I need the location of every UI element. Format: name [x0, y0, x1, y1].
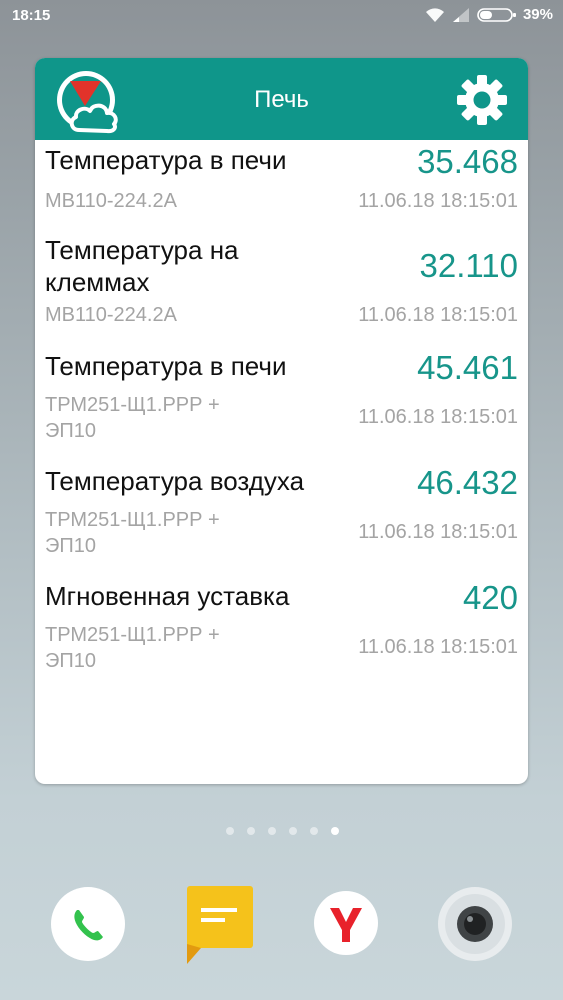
wifi-icon: [425, 7, 444, 22]
device-name-line: ЭП10: [45, 420, 96, 442]
status-bar: 18:15 39%: [0, 0, 563, 32]
sensor-name-line: клеммах: [45, 267, 150, 297]
timestamp: 11.06.18 18:15:01: [358, 636, 518, 658]
sensor-row-5[interactable]: Мгновенная уставка 420 ТРМ251-Щ1.РРР + Э…: [45, 576, 518, 682]
page-dot[interactable]: [268, 827, 276, 835]
sensor-row-2[interactable]: Температура на клеммах 32.110 МВ110-224.…: [45, 230, 518, 334]
sensor-value: 46.432: [417, 464, 518, 501]
sensor-value: 420: [462, 579, 518, 616]
sensor-value: 45.461: [417, 349, 518, 386]
sensor-value: 35.468: [417, 143, 518, 180]
sensor-name-line: Температура в печи: [45, 145, 287, 175]
settings-gear-icon[interactable]: [456, 74, 508, 126]
camera-icon[interactable]: [437, 886, 513, 962]
page-dot[interactable]: [247, 827, 255, 835]
timestamp: 11.06.18 18:15:01: [358, 406, 518, 428]
page-indicator: [226, 827, 339, 835]
widget-header: Печь: [35, 58, 528, 140]
device-name-line: ЭП10: [45, 650, 96, 672]
sensor-row-1[interactable]: Температура в печи 35.468 МВ110-224.2А 1…: [45, 140, 518, 218]
status-icons: 39%: [425, 6, 553, 23]
sensor-name: Мгновенная уставка: [45, 580, 289, 612]
widget-title: Печь: [254, 86, 309, 113]
page-dot-active[interactable]: [331, 827, 339, 835]
device-name: ТРМ251-Щ1.РРР + ЭП10: [45, 622, 220, 674]
signal-icon: [452, 7, 469, 22]
page-dot[interactable]: [289, 827, 297, 835]
widget-card[interactable]: Печь Температура в печи 35.468 МВ110-224…: [35, 58, 528, 784]
device-name: МВ110-224.2А: [45, 302, 177, 328]
sensor-name-line: Мгновенная уставка: [45, 581, 290, 611]
status-time: 18:15: [12, 7, 51, 24]
timestamp: 11.06.18 18:15:01: [358, 304, 518, 326]
notes-icon[interactable]: [183, 884, 259, 968]
device-name-line: ЭП10: [45, 535, 96, 557]
sensor-name: Температура на клеммах: [45, 234, 239, 298]
device-name: МВ110-224.2А: [45, 188, 177, 214]
device-name-line: ТРМ251-Щ1.РРР +: [45, 394, 220, 416]
sensor-name: Температура воздуха: [45, 465, 304, 497]
sensor-value: 32.110: [419, 247, 518, 284]
timestamp: 11.06.18 18:15:01: [358, 521, 518, 543]
battery-icon: [477, 7, 516, 22]
page-dot[interactable]: [310, 827, 318, 835]
device-name-line: МВ110-224.2А: [45, 304, 177, 326]
device-name-line: ТРМ251-Щ1.РРР +: [45, 624, 220, 646]
sensor-name: Температура в печи: [45, 350, 286, 382]
battery-percent: 39%: [522, 6, 553, 23]
sensor-name-line: Температура в печи: [45, 351, 287, 381]
sensor-row-4[interactable]: Температура воздуха 46.432 ТРМ251-Щ1.РРР…: [45, 461, 518, 567]
device-name-line: МВ110-224.2А: [45, 190, 177, 212]
sensor-row-3[interactable]: Температура в печи 45.461 ТРМ251-Щ1.РРР …: [45, 346, 518, 452]
phone-icon[interactable]: [50, 886, 126, 962]
page-dot[interactable]: [226, 827, 234, 835]
sensor-name-line: Температура на: [45, 235, 239, 265]
timestamp: 11.06.18 18:15:01: [358, 190, 518, 212]
sensor-name-line: Температура воздуха: [45, 466, 305, 496]
yandex-browser-icon[interactable]: [313, 890, 379, 956]
device-name: ТРМ251-Щ1.РРР + ЭП10: [45, 392, 220, 444]
device-name-line: ТРМ251-Щ1.РРР +: [45, 509, 220, 531]
sensor-name: Температура в печи: [45, 144, 286, 176]
device-name: ТРМ251-Щ1.РРР + ЭП10: [45, 507, 220, 559]
